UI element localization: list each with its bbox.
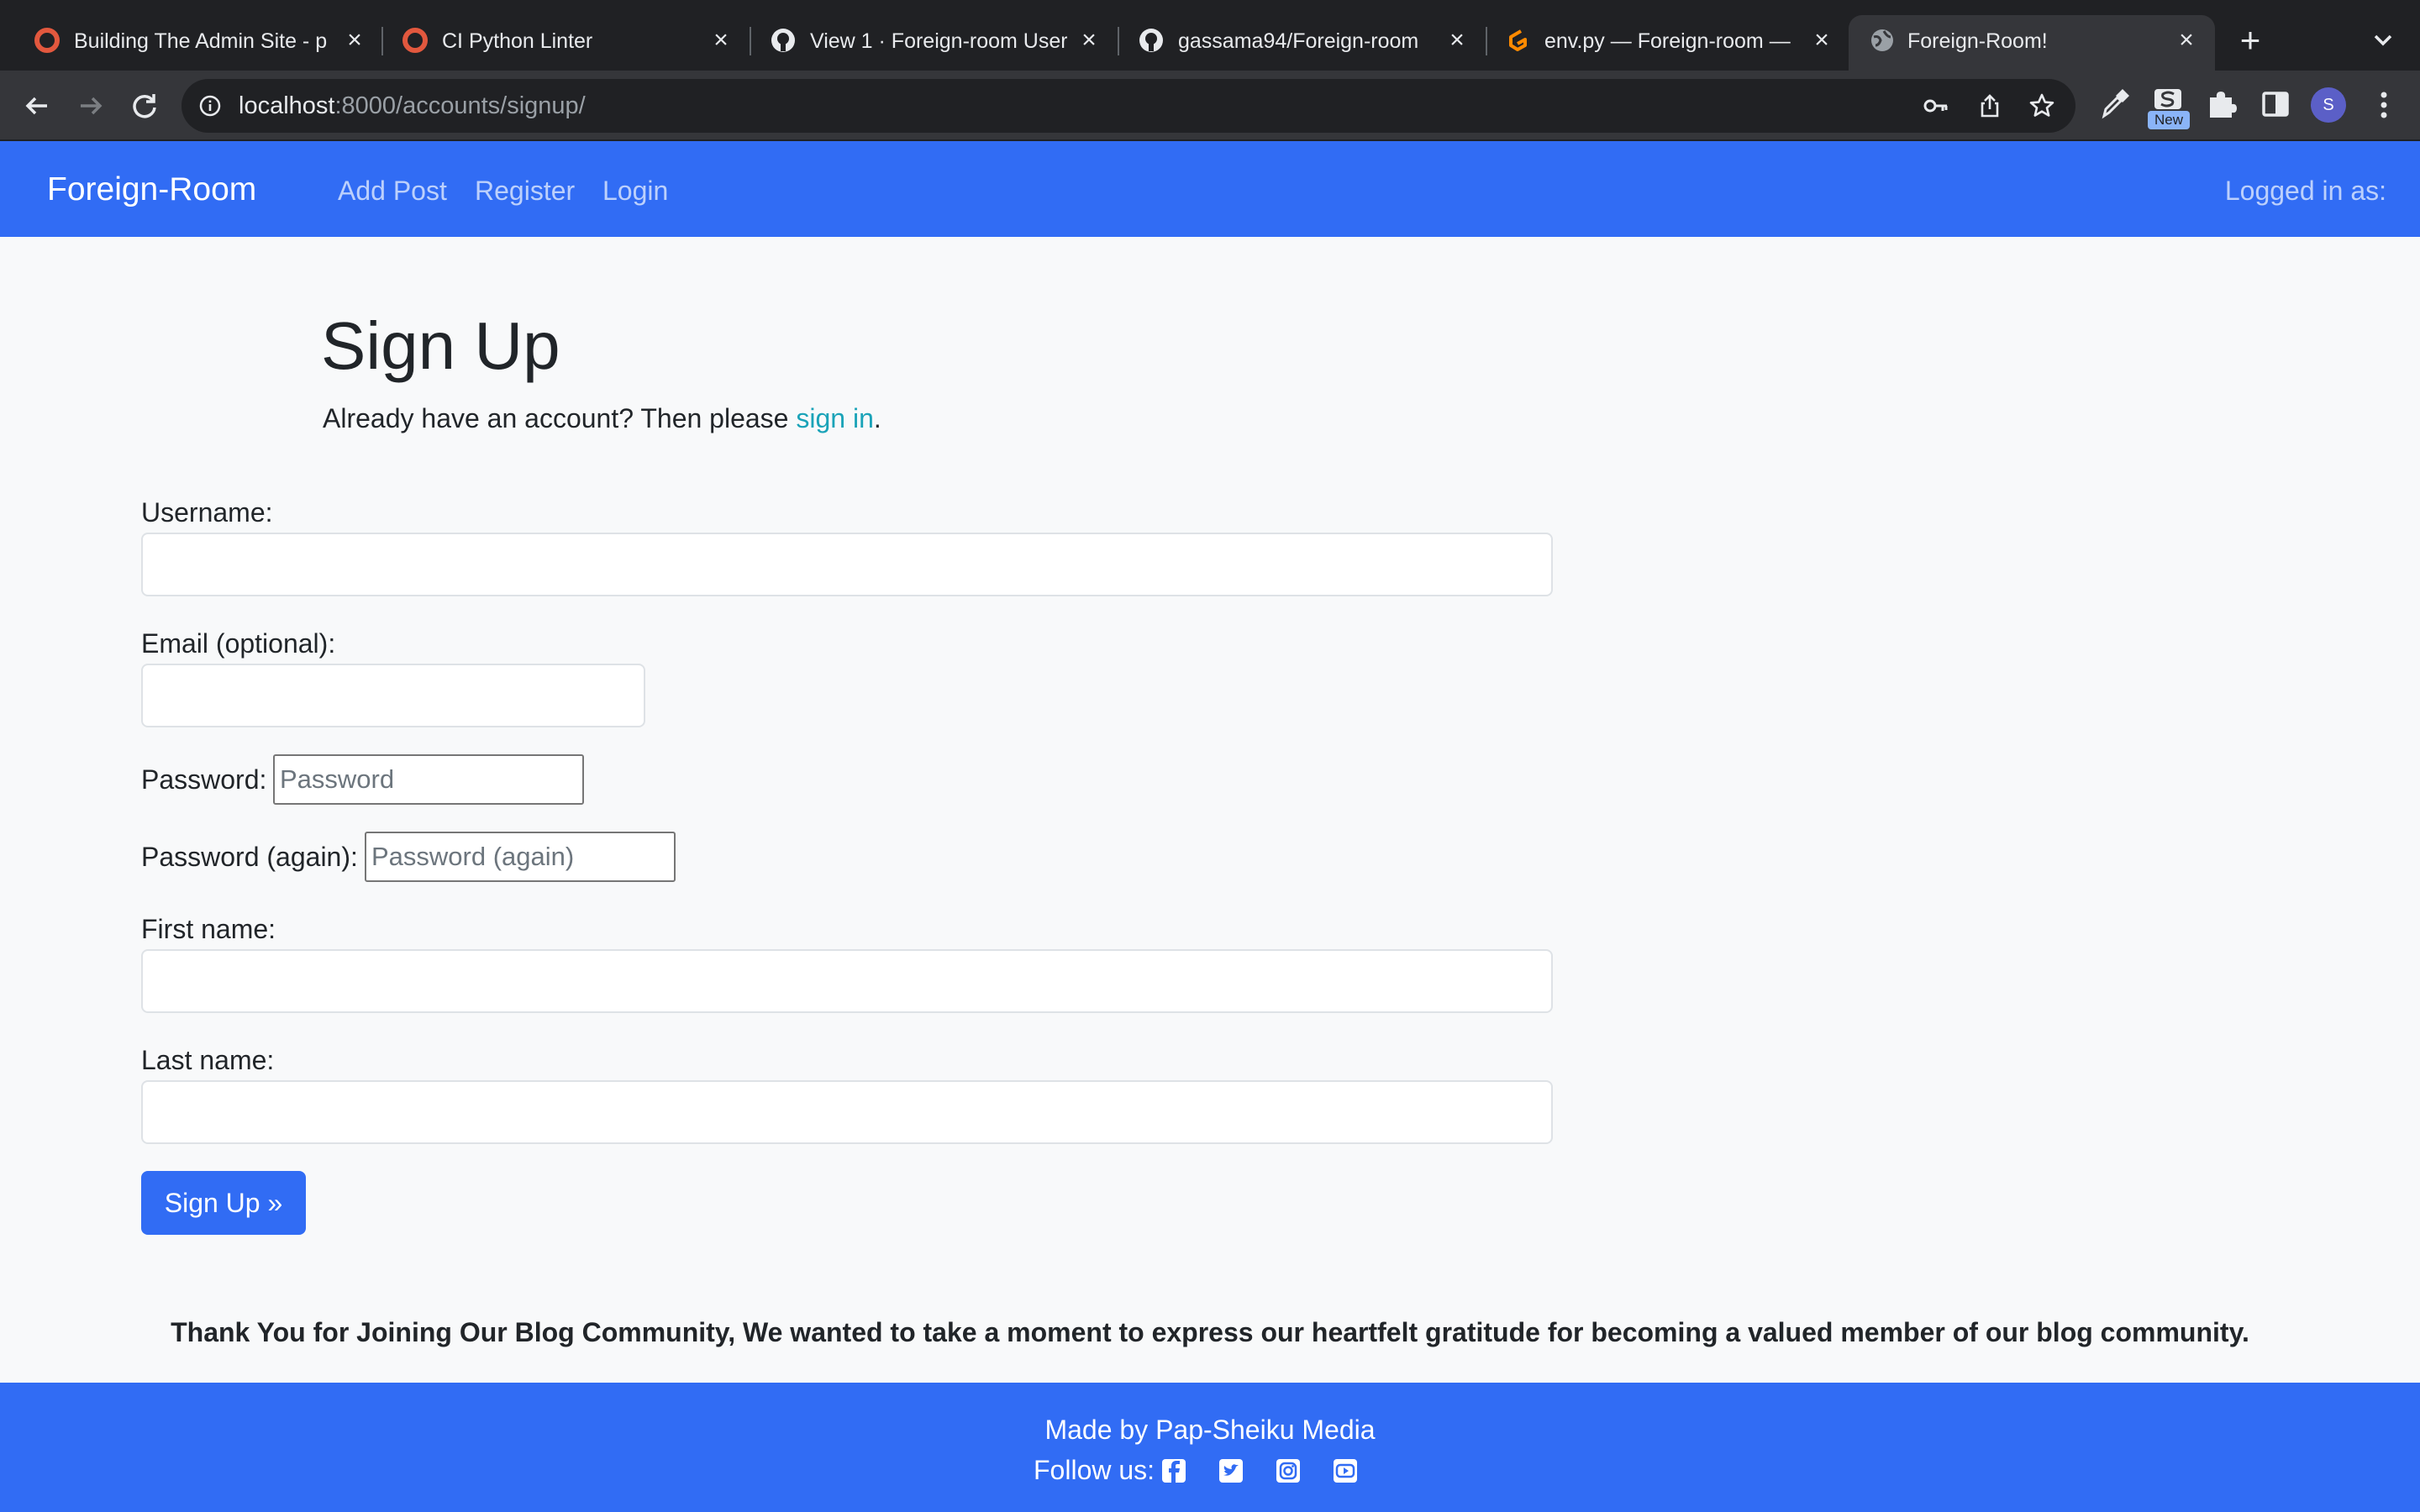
codeinstitute-icon (34, 28, 60, 53)
chevron-down-icon[interactable] (2368, 25, 2398, 55)
nav-register[interactable]: Register (475, 175, 575, 207)
nav-add-post[interactable]: Add Post (338, 175, 447, 207)
tab-title: CI Python Linter (442, 29, 593, 53)
browser-tab-3[interactable]: View 1 · Foreign-room User × (736, 15, 1119, 71)
thank-you-message: Thank You for Joining Our Blog Community… (171, 1317, 2249, 1347)
last-name-input[interactable] (141, 1080, 1553, 1144)
browser-tab-1[interactable]: Building The Admin Site - p × (0, 15, 383, 71)
more-menu-icon[interactable] (2371, 87, 2396, 123)
tab-title: gassama94/Foreign-room (1178, 29, 1419, 53)
new-badge: New (2148, 111, 2190, 129)
page-title: Sign Up (321, 308, 560, 383)
close-icon[interactable]: × (1442, 25, 1472, 55)
email-label: Email (optional): (141, 628, 336, 659)
puzzle-icon[interactable] (2205, 87, 2238, 121)
globe-icon (1871, 29, 1893, 51)
footer-credit: Made by Pap-Sheiku Media (1044, 1415, 1376, 1445)
follow-us-label: Follow us: (1034, 1455, 1155, 1485)
info-icon[interactable] (198, 94, 222, 118)
facebook-icon[interactable] (1161, 1458, 1186, 1483)
email-input[interactable] (141, 664, 645, 727)
eyedropper-icon[interactable] (2097, 87, 2131, 121)
logged-in-status: Logged in as: (2224, 176, 2386, 206)
key-icon[interactable] (1923, 92, 1949, 119)
tab-title: View 1 · Foreign-room User (810, 29, 1067, 53)
codeinstitute-icon (402, 28, 428, 53)
close-icon[interactable]: × (339, 25, 370, 55)
username-input[interactable] (141, 533, 1553, 596)
twitter-icon[interactable] (1218, 1458, 1244, 1483)
new-tab-button[interactable]: + (2233, 23, 2267, 58)
browser-tab-active[interactable]: Foreign-Room! × (1849, 15, 2215, 71)
password-label: Password: (141, 764, 267, 795)
password-input[interactable]: Password (273, 754, 584, 805)
address-bar[interactable]: localhost:8000/accounts/signup/ (182, 79, 2075, 133)
close-icon[interactable]: × (2171, 25, 2202, 55)
instagram-icon[interactable] (1276, 1458, 1301, 1483)
gitpod-icon (1509, 29, 1527, 51)
tab-title: Building The Admin Site - p (74, 29, 328, 53)
browser-tab-strip: Building The Admin Site - p × CI Python … (0, 0, 2420, 71)
first-name-label: First name: (141, 914, 276, 944)
star-icon[interactable] (2028, 92, 2055, 119)
url-path: :8000/accounts/signup/ (334, 92, 586, 119)
username-label: Username: (141, 497, 273, 528)
site-navbar: Foreign-Room Add Post Register Login Log… (0, 141, 2420, 237)
side-panel-icon[interactable] (2259, 87, 2292, 121)
github-icon (1139, 29, 1163, 52)
sign-in-link[interactable]: sign in (796, 403, 874, 433)
sign-up-button[interactable]: Sign Up » (141, 1171, 306, 1235)
share-icon[interactable] (1976, 92, 2003, 119)
tab-title: env.py — Foreign-room — C (1544, 29, 1797, 53)
tab-title: Foreign-Room! (1907, 29, 2048, 53)
github-icon (771, 29, 795, 52)
close-icon[interactable]: × (706, 25, 736, 55)
forward-icon[interactable] (72, 87, 109, 124)
first-name-input[interactable] (141, 949, 1553, 1013)
browser-tab-2[interactable]: CI Python Linter × (368, 15, 751, 71)
browser-toolbar: localhost:8000/accounts/signup/ (0, 71, 2420, 141)
url-host: localhost (239, 92, 335, 119)
profile-avatar[interactable]: S (2311, 87, 2346, 123)
signin-prompt-suffix: . (873, 403, 881, 433)
last-name-label: Last name: (141, 1045, 275, 1075)
signin-prompt: Already have an account? Then please sig… (323, 402, 881, 435)
close-icon[interactable]: × (1807, 25, 1837, 55)
password-again-input[interactable]: Password (again) (365, 832, 676, 882)
reload-icon[interactable] (126, 87, 163, 124)
browser-tab-5[interactable]: env.py — Foreign-room — C × (1470, 15, 1854, 71)
close-icon[interactable]: × (1074, 25, 1104, 55)
url-text[interactable]: localhost:8000/accounts/signup/ (239, 92, 586, 120)
signin-prompt-text: Already have an account? Then please (323, 403, 797, 433)
brand-logo[interactable]: Foreign-Room (47, 171, 256, 208)
browser-tab-4[interactable]: gassama94/Foreign-room × (1104, 15, 1487, 71)
nav-login[interactable]: Login (602, 175, 668, 207)
youtube-icon[interactable] (1333, 1458, 1358, 1483)
site-footer: Made by Pap-Sheiku Media Follow us: (0, 1383, 2420, 1512)
password-again-label: Password (again): (141, 842, 358, 872)
back-icon[interactable] (18, 87, 55, 124)
